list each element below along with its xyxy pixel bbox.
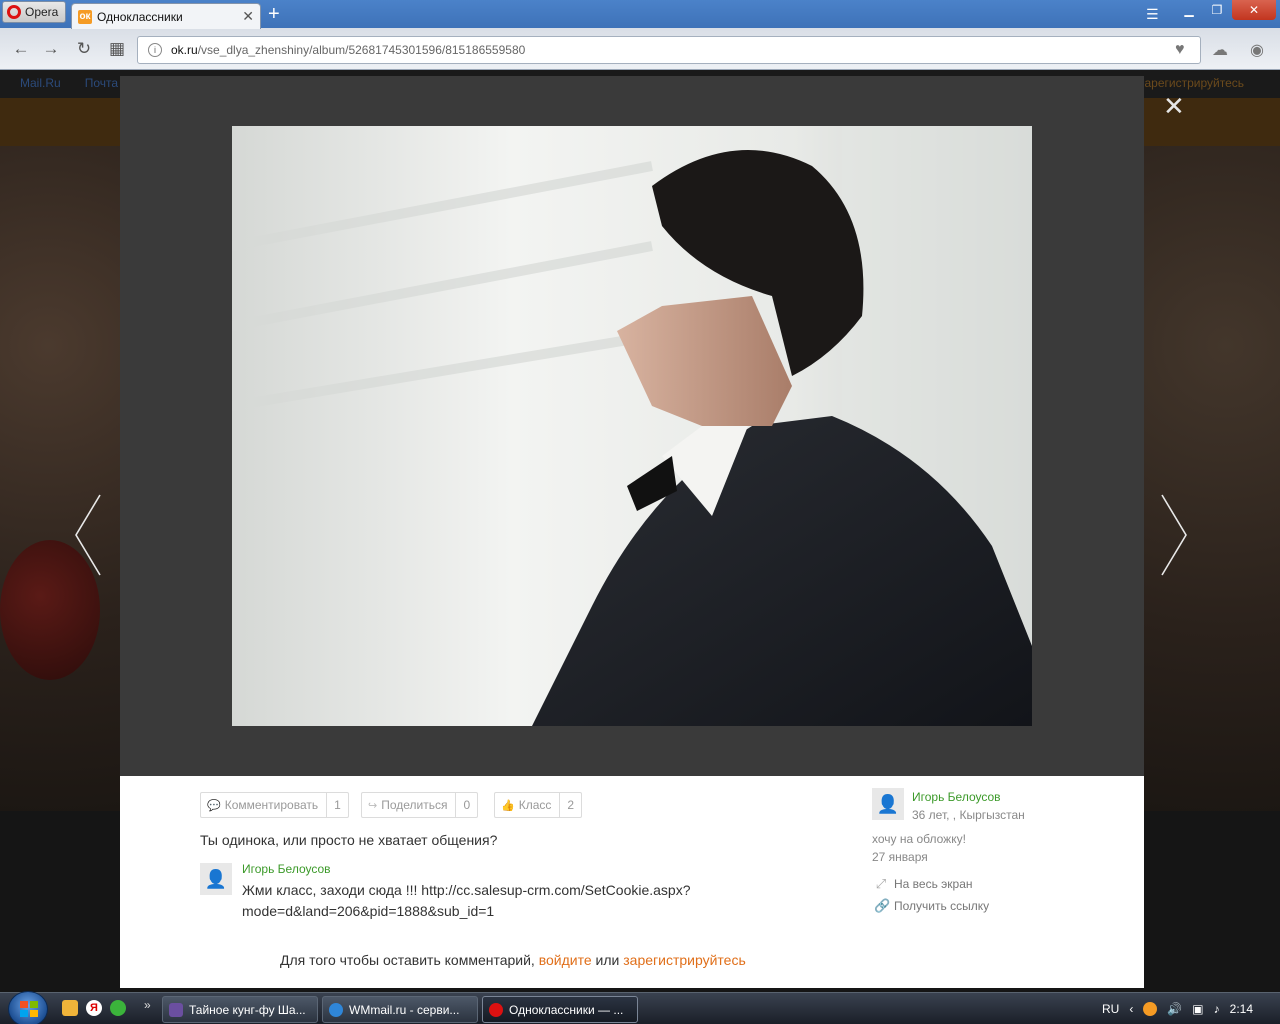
login-prompt: Для того чтобы оставить комментарий, вой…: [280, 952, 746, 968]
tab-title: Одноклассники: [97, 9, 183, 24]
url-path: /vse_dlya_zhenshiny/album/52681745301596…: [197, 43, 526, 57]
opera-menu-button[interactable]: Opera: [2, 1, 66, 23]
media-player-icon[interactable]: [62, 1000, 78, 1016]
photo-caption: Ты одинока, или просто не хватает общени…: [200, 832, 498, 848]
comment-author-link[interactable]: Игорь Белоусов: [242, 862, 331, 876]
photo-illustration: [232, 126, 1032, 726]
tab-close-icon[interactable]: ✕: [242, 8, 254, 25]
fullscreen-label: На весь экран: [894, 877, 973, 891]
windows-taskbar: Я » Тайное кунг-фу Ша... WMmail.ru - сер…: [0, 991, 1280, 1024]
user-silhouette-icon: 👤: [204, 868, 228, 889]
photo-image[interactable]: [232, 126, 1032, 726]
portal-link-mail[interactable]: Почта: [85, 76, 118, 90]
tab-odnoklassniki[interactable]: ок Одноклассники ✕: [71, 3, 261, 29]
class-button-label: Класс: [518, 798, 552, 812]
address-bar[interactable]: i ok.ru/vse_dlya_zhenshiny/album/5268174…: [137, 36, 1201, 64]
owner-name-link[interactable]: Игорь Белоусов: [912, 790, 1001, 804]
viewer-close-icon[interactable]: ✕: [1163, 93, 1185, 119]
previous-photo-arrow-icon[interactable]: [70, 490, 110, 580]
restore-button[interactable]: ❐: [1204, 0, 1230, 20]
taskbar-item[interactable]: WMmail.ru - серви...: [322, 996, 478, 1023]
site-info-icon[interactable]: i: [148, 43, 162, 57]
quick-launch: Я: [62, 1000, 126, 1016]
next-photo-arrow-icon[interactable]: [1154, 490, 1194, 580]
fullscreen-link[interactable]: ⤢ На весь экран: [874, 876, 973, 892]
url-domain: ok.ru: [171, 43, 198, 57]
taskbar-item-label: WMmail.ru - серви...: [349, 1002, 460, 1017]
minimize-button[interactable]: ▁: [1176, 0, 1202, 20]
photo-date: 27 января: [872, 850, 928, 864]
reload-icon[interactable]: ↻: [73, 38, 95, 60]
login-prompt-or: или: [595, 952, 620, 968]
background-image-right: [1144, 146, 1280, 811]
taskbar-item-label: Тайное кунг-фу Ша...: [189, 1002, 306, 1017]
speed-dial-icon[interactable]: ▦: [106, 38, 128, 60]
share-count: 0: [463, 798, 471, 812]
window-controls: ▁ ❐ ✕: [1176, 0, 1276, 20]
owner-meta: 36 лет, , Кыргызстан: [912, 808, 1025, 822]
odnoklassniki-tray-icon[interactable]: [1143, 1002, 1158, 1016]
comment-button[interactable]: 💬 Комментировать 1: [200, 792, 349, 818]
expand-icon: ⤢: [875, 876, 887, 891]
yandex-icon[interactable]: Я: [86, 1000, 102, 1016]
chain-link-icon: 🔗: [874, 898, 891, 913]
back-arrow-icon[interactable]: ←: [10, 38, 32, 60]
opera-menu-label: Opera: [25, 5, 59, 19]
share-button[interactable]: ↪ Поделиться 0: [361, 792, 479, 818]
forward-arrow-icon[interactable]: →: [40, 38, 62, 60]
opera-icon: [489, 1002, 503, 1017]
class-like-button[interactable]: 👍 Класс 2: [494, 792, 583, 818]
visual-studio-icon: [169, 1002, 183, 1017]
speaker-icon[interactable]: 🔊: [1167, 1002, 1182, 1016]
login-prompt-text: Для того чтобы оставить комментарий,: [280, 952, 535, 968]
comment-icon: 💬: [207, 799, 221, 812]
start-button[interactable]: [8, 991, 48, 1024]
get-link-link[interactable]: 🔗 Получить ссылку: [874, 898, 989, 914]
portal-register-link[interactable]: зарегистрируйтесь: [1139, 76, 1244, 90]
register-link[interactable]: зарегистрируйтесь: [623, 952, 746, 968]
tab-menu-icon[interactable]: ☰: [1146, 6, 1159, 23]
browser-chrome: Opera ок Одноклассники ✕ + ☰ ▁ ❐ ✕ ← → ↻…: [0, 0, 1280, 70]
account-icon[interactable]: ◉: [1250, 40, 1264, 60]
navigation-bar: ← → ↻ ▦ i ok.ru/vse_dlya_zhenshiny/album…: [0, 34, 1280, 66]
thumbs-up-icon: 👍: [501, 799, 515, 812]
owner-avatar[interactable]: 👤: [872, 788, 904, 820]
ok-logo-icon: ок: [78, 9, 92, 24]
photo-description: хочу на обложку!: [872, 832, 966, 846]
internet-explorer-icon: [329, 1002, 343, 1017]
photo-info-panel: 💬 Комментировать 1 ↪ Поделиться 0 👍 Класс 2…: [120, 776, 1144, 988]
comment-avatar[interactable]: 👤: [200, 863, 232, 895]
network-icon[interactable]: ▣: [1192, 1002, 1203, 1016]
taskbar-item[interactable]: Тайное кунг-фу Ша...: [162, 996, 318, 1023]
clock[interactable]: 2:14: [1230, 1002, 1253, 1016]
user-silhouette-icon: 👤: [876, 793, 900, 814]
comment-button-label: Комментировать: [224, 798, 319, 812]
quick-launch-more-icon[interactable]: »: [144, 998, 151, 1012]
share-icon: ↪: [368, 799, 378, 812]
bookmark-heart-icon[interactable]: ♥: [1175, 41, 1185, 59]
login-link[interactable]: войдите: [539, 952, 592, 968]
language-indicator[interactable]: RU: [1102, 1002, 1119, 1016]
opera-logo-icon: [7, 5, 21, 19]
get-link-label: Получить ссылку: [894, 899, 990, 913]
portal-link-mailru[interactable]: Mail.Ru: [20, 76, 61, 90]
window-close-button[interactable]: ✕: [1232, 0, 1276, 20]
comment-text: Жми класс, заходи сюда !!! http://cc.sal…: [242, 882, 691, 919]
comment-count: 1: [334, 798, 341, 812]
volume-icon[interactable]: ♪: [1214, 1002, 1220, 1016]
icq-flower-icon[interactable]: [110, 1000, 126, 1016]
taskbar-item[interactable]: Одноклассники — ...: [482, 996, 638, 1023]
tray-expand-icon[interactable]: ‹: [1129, 1002, 1133, 1016]
new-tab-button[interactable]: +: [268, 4, 280, 24]
opera-turbo-icon[interactable]: ☁: [1212, 40, 1228, 60]
system-tray: RU ‹ 🔊 ▣ ♪ 2:14: [1102, 993, 1253, 1024]
windows-logo-icon: [20, 1001, 38, 1017]
class-count: 2: [567, 798, 575, 812]
portal-links: Mail.Ru Почта: [20, 76, 118, 90]
background-image-left: [0, 146, 120, 811]
share-button-label: Поделиться: [381, 798, 448, 812]
taskbar-item-label: Одноклассники — ...: [509, 1002, 624, 1017]
